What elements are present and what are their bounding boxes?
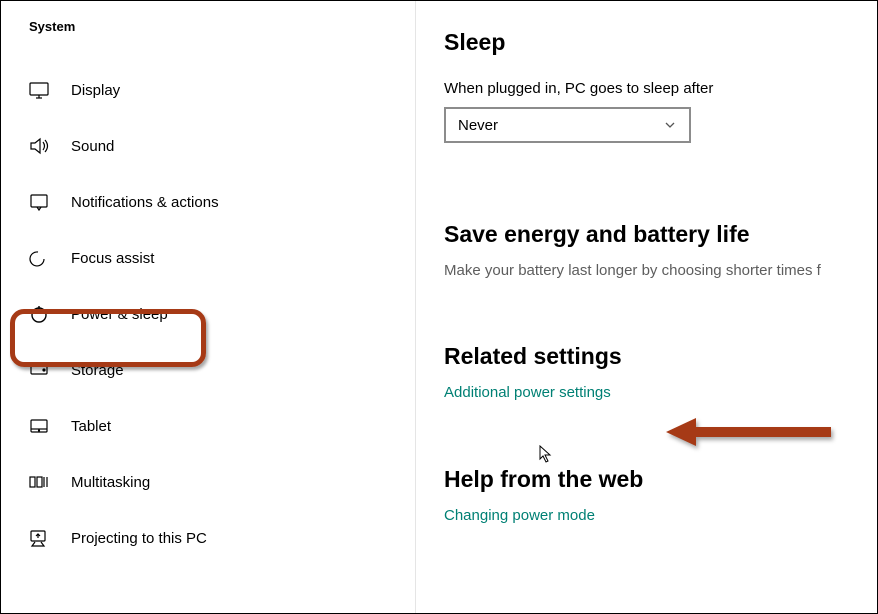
sidebar-item-tablet[interactable]: Tablet [1, 398, 415, 454]
sidebar-item-label: Display [71, 82, 120, 99]
sidebar-item-notifications[interactable]: Notifications & actions [1, 174, 415, 230]
sidebar-item-label: Notifications & actions [71, 194, 219, 211]
sidebar-item-label: Power & sleep [71, 306, 168, 323]
energy-subtext: Make your battery last longer by choosin… [444, 262, 877, 279]
additional-power-settings-link[interactable]: Additional power settings [444, 384, 611, 401]
sidebar-item-label: Focus assist [71, 250, 154, 267]
dropdown-value: Never [458, 117, 498, 134]
sidebar-item-label: Multitasking [71, 474, 150, 491]
multitasking-icon [29, 472, 49, 492]
sidebar-item-display[interactable]: Display [1, 62, 415, 118]
main-content: Sleep When plugged in, PC goes to sleep … [416, 1, 877, 613]
help-heading: Help from the web [444, 466, 877, 493]
chevron-down-icon [663, 118, 677, 132]
sidebar-title: System [1, 19, 415, 62]
sidebar-item-projecting[interactable]: Projecting to this PC [1, 510, 415, 566]
sidebar-item-storage[interactable]: Storage [1, 342, 415, 398]
sound-icon [29, 136, 49, 156]
changing-power-mode-link[interactable]: Changing power mode [444, 507, 595, 524]
storage-icon [29, 360, 49, 380]
sidebar-item-label: Sound [71, 138, 114, 155]
sidebar-item-sound[interactable]: Sound [1, 118, 415, 174]
sidebar: System Display Sound Noti [1, 1, 416, 613]
energy-heading: Save energy and battery life [444, 221, 877, 248]
power-icon [29, 304, 49, 324]
sidebar-item-multitasking[interactable]: Multitasking [1, 454, 415, 510]
focus-assist-icon [29, 248, 49, 268]
sleep-heading: Sleep [444, 29, 877, 56]
sidebar-item-label: Storage [71, 362, 124, 379]
sidebar-item-focus-assist[interactable]: Focus assist [1, 230, 415, 286]
display-icon [29, 80, 49, 100]
sleep-dropdown[interactable]: Never [444, 107, 691, 143]
sidebar-item-label: Tablet [71, 418, 111, 435]
projecting-icon [29, 528, 49, 548]
sleep-field-label: When plugged in, PC goes to sleep after [444, 80, 877, 97]
notifications-icon [29, 192, 49, 212]
related-heading: Related settings [444, 343, 877, 370]
tablet-icon [29, 416, 49, 436]
sidebar-item-label: Projecting to this PC [71, 530, 207, 547]
sidebar-item-power-sleep[interactable]: Power & sleep [1, 286, 415, 342]
